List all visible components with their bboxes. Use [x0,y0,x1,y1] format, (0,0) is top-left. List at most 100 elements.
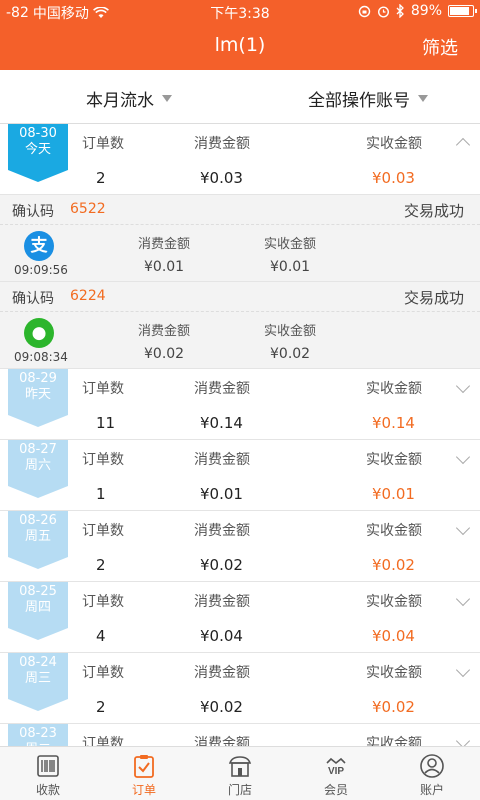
chevron-down-icon[interactable] [455,591,471,607]
transaction-row[interactable]: 确认码 6224 交易成功 ● 09:08:34 消费金额 实收金额 ¥0.02 ¥0.02 [0,282,480,369]
consume-value: ¥0.04 [200,627,243,645]
chevron-down-icon[interactable] [455,449,471,465]
received-value: ¥0.01 [270,259,311,275]
date-text: 08-23 [19,726,57,741]
weekday-text: 周三 [24,671,51,686]
orders-value: 2 [96,556,106,574]
tag-tail [8,557,68,569]
rotation-lock-icon [358,5,371,17]
date-text: 08-24 [19,655,57,670]
chevron-up-icon[interactable] [455,137,471,153]
tab-collect[interactable]: 收款 [0,747,96,800]
tab-label: 订单 [131,783,156,797]
tag-tail [8,628,68,640]
transaction-time: 09:08:34 [14,350,68,364]
nav-bar: lm(1) 筛选 [0,22,480,70]
user-circle-icon [420,754,444,778]
orders-value: 2 [96,169,106,187]
date-text: 08-29 [19,371,57,386]
weekday-text: 周四 [24,600,51,615]
tab-label: 会员 [323,783,348,797]
chevron-down-icon[interactable] [455,378,471,394]
day-summary-row[interactable]: 08-30 今天 订单数 消费金额 实收金额 2 ¥0.03 ¥0.03 [0,124,480,195]
date-tag: 08-30 今天 [8,124,68,182]
orders-header: 订单数 [82,594,124,610]
status-bar: -82 中国移动 下午3:38 89% [0,0,480,22]
received-header: 实收金额 [366,594,422,610]
pay-icon-glyph: 支 [30,236,48,256]
orders-header: 订单数 [82,136,124,152]
orders-header: 订单数 [82,665,124,681]
received-value: ¥0.14 [372,414,415,432]
transaction-status: 交易成功 [403,289,464,307]
date-tag: 08-23周二 [8,724,68,746]
consume-header: 消费金额 [194,665,250,681]
chevron-down-icon[interactable] [455,733,471,746]
period-dropdown[interactable]: 本月流水 [86,86,172,111]
tab-store[interactable]: 门店 [192,747,288,800]
weekday-text: 昨天 [24,387,51,402]
day-summary-row[interactable]: 08-27 周六 订单数 消费金额 实收金额 1 ¥0.01 ¥0.01 [0,440,480,511]
consume-value: ¥0.03 [200,169,243,187]
filter-bar: 本月流水 全部操作账号 [0,70,480,124]
bluetooth-icon [396,4,404,18]
alarm-icon [377,5,389,18]
page-title: lm(1) [214,34,266,56]
day-summary-row[interactable]: 08-29 昨天 订单数 消费金额 实收金额 11 ¥0.14 ¥0.14 [0,369,480,440]
tab-orders[interactable]: 订单 [96,747,192,800]
date-tag: 08-27 周六 [8,440,68,498]
svg-text:VIP: VIP [328,766,344,777]
received-header: 实收金额 [366,136,422,152]
date-tag: 08-29 昨天 [8,369,68,427]
date-text: 08-27 [19,442,57,457]
barcode-icon [37,755,59,777]
consume-header: 消费金额 [194,381,250,397]
confirm-code-label: 确认码 [12,204,54,220]
day-summary-row[interactable]: 08-26 周五 订单数 消费金额 实收金额 2 ¥0.02 ¥0.02 [0,511,480,582]
status-right: 89% [358,3,477,19]
chevron-down-icon[interactable] [455,520,471,536]
tag-tail [8,415,68,427]
transaction-header: 确认码 6224 交易成功 [0,282,480,312]
weekday-text: 周六 [24,458,51,473]
received-value: ¥0.02 [372,556,415,574]
orders-header: 订单数 [82,523,124,539]
consume-header: 消费金额 [138,324,191,339]
received-header: 实收金额 [366,665,422,681]
consume-value: ¥0.14 [200,414,243,432]
caret-down-icon [162,95,172,102]
received-value: ¥0.02 [270,346,311,362]
transaction-row[interactable]: 确认码 6522 交易成功支 09:09:56 消费金额 实收金额 ¥0.01 ¥0.01 [0,195,480,282]
tab-label: 收款 [35,783,60,797]
caret-down-icon [418,95,428,102]
filter-button[interactable]: 筛选 [422,34,458,60]
weekday-text: 今天 [24,142,51,157]
orders-value: 11 [96,414,116,432]
clipboard-check-icon [134,755,154,778]
consume-header: 消费金额 [194,523,250,539]
received-header: 实收金额 [264,324,317,339]
transaction-status: 交易成功 [403,202,464,220]
vip-crown-icon: VIP [326,757,346,777]
period-label: 本月流水 [86,91,154,111]
confirm-code: 6522 [70,201,106,217]
wechat-pay-icon: ● [24,318,54,348]
day-summary-row[interactable]: 08-23周二订单数 消费金额 实收金额 [0,724,480,746]
tag-tail [8,486,68,498]
battery-percent: 89% [410,3,442,19]
confirm-code: 6224 [70,288,106,304]
account-label: 全部操作账号 [308,91,410,111]
chevron-down-icon[interactable] [455,662,471,678]
confirm-code-label: 确认码 [12,291,54,307]
day-summary-row[interactable]: 08-25 周四 订单数 消费金额 实收金额 4 ¥0.04 ¥0.04 [0,582,480,653]
consume-value: ¥0.02 [144,346,185,362]
battery-icon [448,5,477,17]
tab-account[interactable]: 账户 [384,747,480,800]
tab-member[interactable]: VIP 会员 [288,747,384,800]
received-header: 实收金额 [366,452,422,468]
day-summary-row[interactable]: 08-24 周三 订单数 消费金额 实收金额 2 ¥0.02 ¥0.02 [0,653,480,724]
pay-icon-glyph: ● [31,323,47,343]
store-icon [228,756,252,777]
consume-header: 消费金额 [194,736,250,746]
account-dropdown[interactable]: 全部操作账号 [308,86,428,111]
